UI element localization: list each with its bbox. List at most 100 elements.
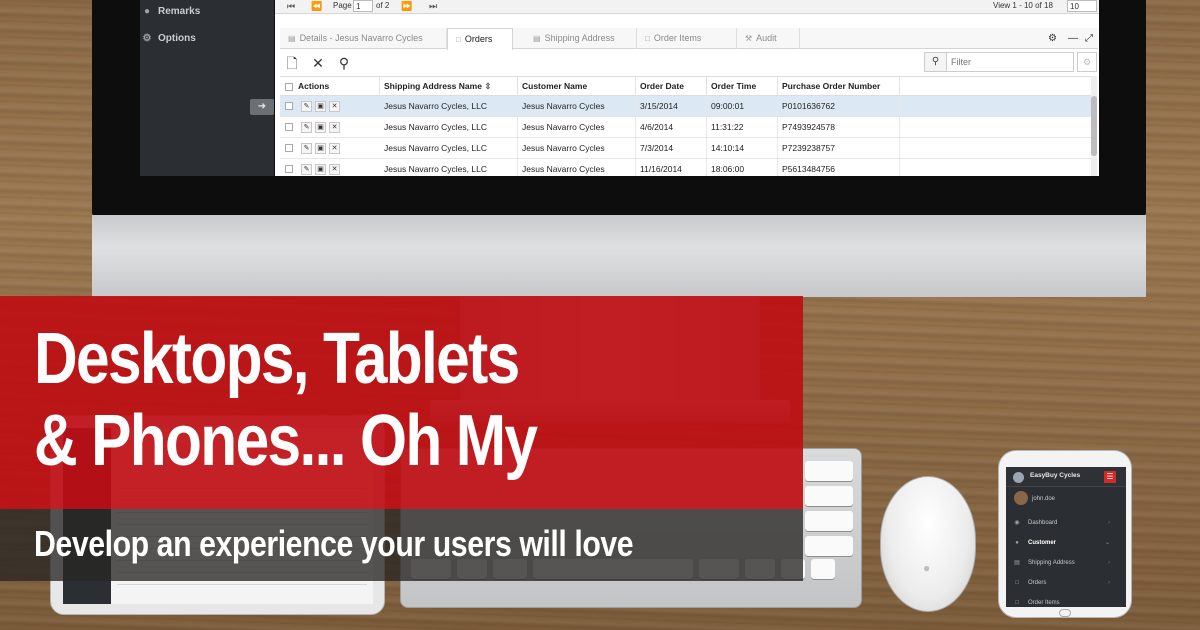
headline-line-1: Desktops, Tablets [34,319,520,399]
column-header-shipping[interactable]: Shipping Address Name ⇕ [380,77,518,96]
keyboard-key [805,511,853,531]
save-icon[interactable]: ▣ [315,164,326,175]
settings-icon[interactable]: ⚙ [1048,28,1057,49]
apple-logo-icon: ● [923,561,931,575]
table-row[interactable]: ✎ ▣ ✕ Jesus Navarro Cycles, LLC Jesus Na… [280,138,1092,159]
last-page-button[interactable]: ⏭ [423,0,443,13]
table-row[interactable]: ✎ ▣ ✕ Jesus Navarro Cycles, LLC Jesus Na… [280,96,1092,117]
keyboard-key [805,461,853,481]
phone-menu-orders[interactable]: □ Orders › [1006,573,1126,593]
chevron-down-icon: ⌄ [1104,540,1110,546]
scrollbar-thumb[interactable] [1091,96,1097,156]
sidebar-item-remarks[interactable]: ● Remarks [140,0,200,22]
column-header[interactable]: Order Time [707,77,778,96]
row-checkbox[interactable] [285,102,293,110]
save-icon[interactable]: ▣ [315,101,326,112]
tab-order-items[interactable]: □ Order Items [637,28,737,49]
page-input[interactable]: 1 [353,0,373,12]
phone-menu-shipping-address[interactable]: ▤ Shipping Address › [1006,553,1126,573]
sidebar-item-label: Options [158,32,196,44]
first-page-button[interactable]: ⏮ [281,0,301,13]
grid-scrollbar[interactable] [1091,76,1097,176]
expand-icon[interactable]: ⤢ [1085,28,1093,49]
phone-brand: EasyBuy Cycles [1030,472,1081,479]
cell-customer: Jesus Navarro Cycles [518,117,636,137]
details-icon: ▤ [288,34,296,43]
close-icon[interactable]: ✕ [309,54,327,72]
sidebar-item-options[interactable]: ⚙ Options [140,27,196,49]
table-row[interactable]: ✎ ▣ ✕ Jesus Navarro Cycles, LLC Jesus Na… [280,117,1092,138]
tab-details[interactable]: ▤ Details - Jesus Navarro Cycles [280,28,447,49]
document-icon: □ [1015,580,1019,586]
gavel-icon: ⚒ [745,34,753,43]
minimize-icon[interactable]: — [1068,28,1078,49]
column-header[interactable]: Customer Name [518,77,636,96]
filter-box: ⚲ [924,52,1074,72]
new-document-icon[interactable]: 🗋 [283,54,301,72]
cell-date: 3/15/2014 [636,96,707,116]
edit-icon[interactable]: ✎ [301,143,312,154]
cell-date: 11/16/2014 [636,159,707,176]
table-row[interactable]: ✎ ▣ ✕ Jesus Navarro Cycles, LLC Jesus Na… [280,159,1092,176]
edit-icon[interactable]: ✎ [301,122,312,133]
select-all-checkbox[interactable] [285,83,293,91]
tab-shipping-address[interactable]: ▤ Shipping Address [525,28,637,49]
tab-orders[interactable]: □ Orders [447,28,513,50]
sort-icon: ⇕ [484,81,492,91]
phone-menu-dashboard[interactable]: ◉ Dashboard › [1006,513,1126,533]
edit-icon[interactable]: ✎ [301,101,312,112]
prev-page-button[interactable]: ⏪ [307,0,327,13]
phone-home-button [1059,609,1071,617]
phone-menu-order-items[interactable]: □ Order Items [1006,593,1126,607]
delete-icon[interactable]: ✕ [329,164,340,175]
tab-label: Details - Jesus Navarro Cycles [299,33,423,43]
pager: ⏮ ⏪ Page 1 of 2 ⏩ ⏭ View 1 - 10 of 18 10 [275,0,1099,14]
cell-date: 7/3/2014 [636,138,707,158]
phone-menu-customer[interactable]: ● Customer ⌄ [1006,533,1126,553]
search-icon[interactable]: ⚲ [335,54,353,72]
document-icon: □ [1015,600,1019,606]
cell-shipping: Jesus Navarro Cycles, LLC [380,96,518,116]
delete-icon[interactable]: ✕ [329,101,340,112]
cell-shipping: Jesus Navarro Cycles, LLC [380,138,518,158]
phone-user[interactable]: john.doe [1006,489,1126,509]
filter-input[interactable] [951,53,1071,71]
column-header[interactable]: Purchase Order Number [778,77,900,96]
view-range-text: View 1 - 10 of 18 [993,1,1053,10]
cell-time: 09:00:01 [707,96,778,116]
cell-shipping: Jesus Navarro Cycles, LLC [380,159,518,176]
hamburger-menu-icon[interactable]: ☰ [1104,471,1116,483]
cell-customer: Jesus Navarro Cycles [518,159,636,176]
column-header[interactable]: Actions [294,77,380,96]
cell-date: 4/6/2014 [636,117,707,137]
column-header[interactable]: Order Date [636,77,707,96]
phone-menu-label: Orders [1028,580,1047,586]
headline-line-2: & Phones... Oh My [34,401,538,481]
filter-options-icon[interactable]: ⚙ [1077,52,1097,72]
cell-po: P0101636762 [778,96,900,116]
phone-menu-label: Customer [1028,540,1057,546]
cell-po: P7493924578 [778,117,900,137]
filter-search-icon[interactable]: ⚲ [925,53,947,71]
tab-audit[interactable]: ⚒ Audit [737,28,800,49]
comment-icon: ● [143,5,151,17]
row-checkbox[interactable] [285,123,293,131]
user-icon: ● [1015,540,1019,546]
sidebar-collapse-button[interactable]: ➜ [250,99,274,115]
save-icon[interactable]: ▣ [315,122,326,133]
tab-label: Orders [464,34,493,44]
gear-icon: ⚙ [142,32,152,44]
cell-time: 18:06:00 [707,159,778,176]
page-size-select[interactable]: 10 [1067,0,1097,12]
keyboard-key [805,536,853,556]
next-page-button[interactable]: ⏩ [397,0,417,13]
edit-icon[interactable]: ✎ [301,164,312,175]
page-count: of 2 [376,1,390,10]
delete-icon[interactable]: ✕ [329,122,340,133]
save-icon[interactable]: ▣ [315,143,326,154]
delete-icon[interactable]: ✕ [329,143,340,154]
row-checkbox[interactable] [285,144,293,152]
tab-label: Shipping Address [544,33,615,43]
row-checkbox[interactable] [285,165,293,173]
chevron-right-icon: › [1108,520,1110,526]
